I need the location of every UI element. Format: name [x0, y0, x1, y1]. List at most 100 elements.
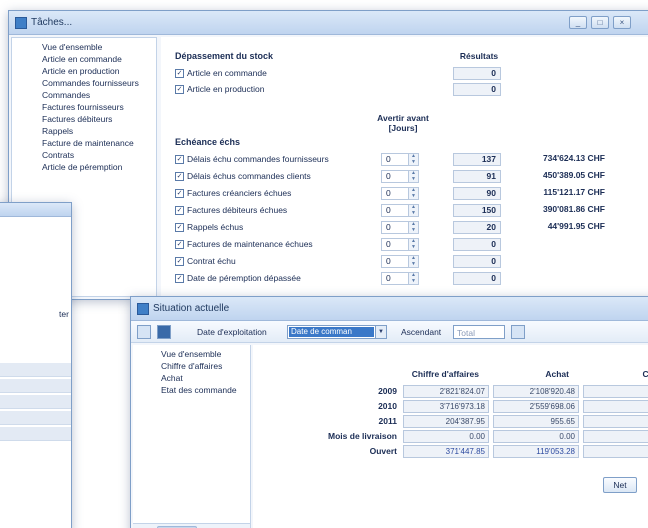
background-footer-text: ter lors du dé — [59, 309, 71, 319]
situation-title: Situation actuelle — [153, 303, 230, 314]
due-item-label: Contrat échu — [187, 256, 236, 266]
due-result: 0 — [453, 272, 501, 285]
days-stepper[interactable]: 0 ▲ ▼ — [381, 153, 419, 166]
nav-item-etat-commandes[interactable]: Etat des commande — [161, 385, 237, 395]
days-stepper[interactable]: 0 ▲ ▼ — [381, 170, 419, 183]
nav-item-factures-debiteurs[interactable]: Factures débiteurs — [42, 114, 112, 124]
row-label: Mois de livraison — [328, 431, 397, 441]
situation-window: Situation actuelle Date d'exploitation D… — [130, 296, 648, 528]
days-value: 0 — [386, 239, 391, 249]
stepper-arrows-icon[interactable]: ▲ ▼ — [408, 238, 418, 250]
nav-item-factures-fournisseurs[interactable]: Factures fournisseurs — [42, 102, 124, 112]
close-icon[interactable]: × — [613, 16, 631, 29]
days-stepper[interactable]: 0 ▲ ▼ — [381, 238, 419, 251]
chevron-down-icon[interactable]: ▼ — [375, 326, 386, 338]
due-amount: 734'624.13 CHF — [542, 153, 605, 163]
ascending-select[interactable]: Total — [453, 325, 505, 339]
stock-section-title: Dépassement du stock — [175, 51, 274, 61]
table-row — [0, 379, 71, 393]
stepper-arrows-icon[interactable]: ▲ ▼ — [408, 255, 418, 267]
results-header: Résultats — [459, 51, 499, 61]
days-value: 0 — [386, 205, 391, 215]
stepper-arrows-icon[interactable]: ▲ ▼ — [408, 272, 418, 284]
nav-item-commandes[interactable]: Commandes — [42, 90, 90, 100]
table-cell — [583, 430, 648, 443]
due-item-label: Délais échus commandes clients — [187, 171, 311, 181]
table-cell: 4 — [583, 445, 648, 458]
print-icon[interactable] — [137, 325, 151, 339]
table-cell: 0.00 — [403, 430, 489, 443]
nav-item-contrats[interactable]: Contrats — [42, 150, 74, 160]
column-header: Con — [642, 369, 648, 379]
stepper-arrows-icon[interactable]: ▲ ▼ — [408, 153, 418, 165]
minimize-icon[interactable]: _ — [569, 16, 587, 29]
ascending-value: Total — [457, 328, 475, 338]
checkbox[interactable]: ✓ — [175, 69, 184, 78]
table-cell: 0.00 — [493, 430, 579, 443]
due-result: 137 — [453, 153, 501, 166]
nav-item-achat[interactable]: Achat — [161, 373, 183, 383]
table-cell — [583, 415, 648, 428]
checkbox[interactable]: ✓ — [175, 189, 184, 198]
days-value: 0 — [386, 273, 391, 283]
ascending-label: Ascendant — [401, 327, 442, 337]
date-label: Date d'exploitation — [197, 327, 267, 337]
nav-item-chiffre-affaires[interactable]: Chiffre d'affaires — [161, 361, 222, 371]
days-stepper[interactable]: 0 ▲ ▼ — [381, 272, 419, 285]
nav-item-rappels[interactable]: Rappels — [42, 126, 73, 136]
nav-item-overview[interactable]: Vue d'ensemble — [161, 349, 221, 359]
nav-item-commandes-fournisseurs[interactable]: Commandes fournisseurs — [42, 78, 139, 88]
checkbox[interactable]: ✓ — [175, 257, 184, 266]
days-stepper[interactable]: 0 ▲ ▼ — [381, 204, 419, 217]
app-icon — [137, 303, 149, 315]
more-options-icon[interactable] — [511, 325, 525, 339]
nav-item-overview[interactable]: Vue d'ensemble — [42, 42, 102, 52]
net-button[interactable]: Net — [603, 477, 637, 493]
checkbox[interactable]: ✓ — [175, 206, 184, 215]
days-stepper[interactable]: 0 ▲ ▼ — [381, 221, 419, 234]
warn-header: Avertir avant [Jours] — [377, 113, 429, 133]
stepper-arrows-icon[interactable]: ▲ ▼ — [408, 221, 418, 233]
due-amount — [505, 238, 605, 251]
situation-toolbar: Date d'exploitation Date de comman ▼ Asc… — [131, 321, 648, 343]
date-select[interactable]: Date de comman ▼ — [287, 325, 387, 339]
days-stepper[interactable]: 0 ▲ ▼ — [381, 187, 419, 200]
table-cell: 2'821'824.07 — [403, 385, 489, 398]
stepper-arrows-icon[interactable]: ▲ ▼ — [408, 204, 418, 216]
background-window: ter lors du dé — [0, 202, 72, 528]
due-section-title: Echéance échs — [175, 137, 241, 147]
stepper-arrows-icon[interactable]: ▲ ▼ — [408, 187, 418, 199]
nav-item-article-production[interactable]: Article en production — [42, 66, 120, 76]
table-row — [0, 411, 71, 425]
nav-item-article-commande[interactable]: Article en commande — [42, 54, 122, 64]
row-label: 2009 — [378, 386, 397, 396]
export-icon[interactable] — [157, 325, 171, 339]
due-item-label: Factures créanciers échues — [187, 188, 292, 198]
checkbox[interactable]: ✓ — [175, 155, 184, 164]
horizontal-scrollbar[interactable] — [133, 523, 250, 528]
due-amount: 115'121.17 CHF — [543, 187, 605, 197]
nav-item-peremption[interactable]: Article de péremption — [42, 162, 122, 172]
taches-title: Tâches... — [31, 17, 73, 28]
due-item-label: Date de péremption dépassée — [187, 273, 301, 283]
column-header: Chiffre d'affaires — [411, 369, 479, 379]
table-cell: 371'447.85 — [403, 445, 489, 458]
checkbox[interactable]: ✓ — [175, 172, 184, 181]
maximize-icon[interactable]: □ — [591, 16, 609, 29]
checkbox[interactable]: ✓ — [175, 274, 184, 283]
stock-item-label: Article en commande — [187, 68, 267, 78]
table-cell: 119'053.28 — [493, 445, 579, 458]
checkbox[interactable]: ✓ — [175, 223, 184, 232]
table-cell: 2'559'698.06 — [493, 400, 579, 413]
nav-item-maintenance[interactable]: Facture de maintenance — [42, 138, 134, 148]
days-stepper[interactable]: 0 ▲ ▼ — [381, 255, 419, 268]
stepper-arrows-icon[interactable]: ▲ ▼ — [408, 170, 418, 182]
date-selected-value: Date de comman — [289, 327, 374, 337]
table-cell: 3'3 — [583, 400, 648, 413]
days-value: 0 — [386, 256, 391, 266]
days-value: 0 — [386, 188, 391, 198]
due-amount: 390'081.86 CHF — [542, 204, 605, 214]
checkbox[interactable]: ✓ — [175, 85, 184, 94]
checkbox[interactable]: ✓ — [175, 240, 184, 249]
due-result: 90 — [453, 187, 501, 200]
